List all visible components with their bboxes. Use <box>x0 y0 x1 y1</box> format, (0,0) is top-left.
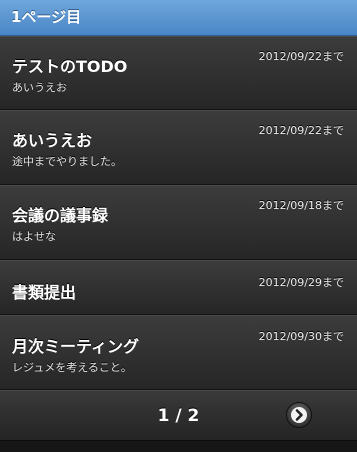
item-due-date: 2012/09/22まで <box>258 50 344 63</box>
item-title: 書類提出 <box>12 283 77 302</box>
item-title: 月次ミーティング <box>12 337 140 356</box>
item-subtitle: はよせな <box>12 230 56 243</box>
item-subtitle: あいうえお <box>12 81 67 94</box>
item-subtitle: 途中までやりました。 <box>12 155 122 168</box>
todo-list-page: 1ページ目 テストのTODO あいうえお 2012/09/22まで あいうえお … <box>0 0 357 452</box>
list-item[interactable]: あいうえお 途中までやりました。 2012/09/22まで <box>0 110 357 185</box>
item-title: あいうえお <box>12 131 93 150</box>
item-title: テストのTODO <box>12 57 128 76</box>
item-due-date: 2012/09/30まで <box>258 330 344 343</box>
item-due-date: 2012/09/22まで <box>258 124 344 137</box>
item-due-date: 2012/09/29まで <box>258 276 344 289</box>
pagination-bar: 1 / 2 <box>0 390 357 440</box>
next-page-button[interactable] <box>286 402 312 428</box>
bottom-bar <box>0 440 357 452</box>
page-title: 1ページ目 <box>11 8 82 26</box>
list-item[interactable]: 月次ミーティング レジュメを考えること。 2012/09/30まで <box>0 315 357 390</box>
item-subtitle: レジュメを考えること。 <box>12 361 132 374</box>
list-item[interactable]: 会議の議事録 はよせな 2012/09/18まで <box>0 185 357 260</box>
item-due-date: 2012/09/18まで <box>258 199 344 212</box>
todo-list: テストのTODO あいうえお 2012/09/22まで あいうえお 途中までやり… <box>0 36 357 390</box>
item-title: 会議の議事録 <box>12 206 109 225</box>
list-item[interactable]: テストのTODO あいうえお 2012/09/22まで <box>0 36 357 110</box>
chevron-right-icon <box>295 409 303 421</box>
page-header: 1ページ目 <box>0 0 357 36</box>
list-item[interactable]: 書類提出 2012/09/29まで <box>0 260 357 315</box>
